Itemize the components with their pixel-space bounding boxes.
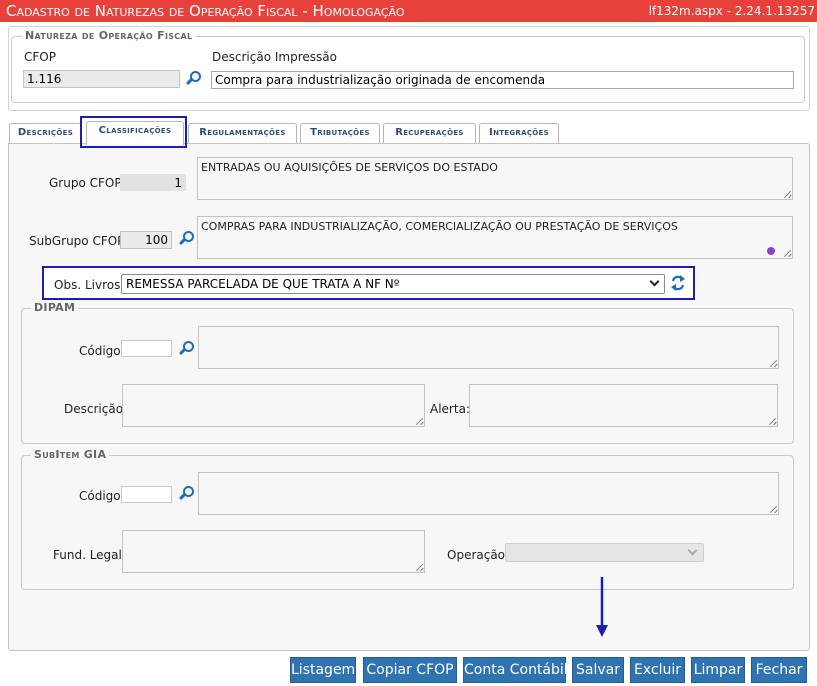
natureza-legend: Natureza de Operação Fiscal [22,29,196,42]
gia-fund-legal-label: Fund. Legal: [53,548,126,562]
gia-operacao-select[interactable] [505,543,704,562]
resize-handle-icon[interactable] [783,190,791,198]
cfop-input[interactable]: 1.116 [23,70,180,88]
gia-codigo-label: Código: [79,489,125,503]
tab-tributacoes[interactable]: Tributações [300,123,380,143]
cfop-label: CFOP [24,50,56,64]
gia-search-icon[interactable] [178,485,196,503]
page-info: lf132m.aspx - 2.24.1.13257 [648,4,815,18]
dipam-descricao-textarea[interactable] [122,384,425,427]
tab-descricoes[interactable]: Descrições [9,123,82,143]
title-bar: Cadastro de Naturezas de Operação Fiscal… [0,0,817,22]
gia-fund-legal-textarea[interactable] [122,530,425,573]
resize-handle-icon[interactable] [415,417,423,425]
tab-highlight [80,116,187,148]
subgrupo-cfop-label: SubGrupo CFOP: [29,234,129,248]
copiar-cfop-button[interactable]: Copiar CFOP [363,657,457,683]
gia-codigo-input[interactable] [121,486,172,503]
fechar-button[interactable]: Fechar [751,657,807,683]
page-title: Cadastro de Naturezas de Operação Fiscal… [6,2,405,20]
limpar-button[interactable]: Limpar [691,657,745,683]
descricao-impressao-label: Descrição Impressão [212,50,337,64]
dipam-codigo-description [198,326,779,369]
dipam-alerta-textarea[interactable] [469,384,778,427]
status-dot-icon [767,247,775,255]
excluir-button[interactable]: Excluir [630,657,685,683]
grupo-cfop-description: ENTRADAS OU AQUISIÇÕES DE SERVIÇOS DO ES… [197,157,793,200]
resize-handle-icon[interactable] [768,417,776,425]
subgrupo-cfop-input[interactable]: 100 [120,231,172,249]
dipam-search-icon[interactable] [178,340,196,358]
subitem-gia-legend: SubItem GIA [31,448,110,461]
conta-contabil-button[interactable]: Conta Contábil [463,657,568,683]
descricao-impressao-input[interactable]: Compra para industrialização originada d… [211,71,794,89]
dipam-alerta-label: Alerta: [430,402,470,416]
obs-livros-highlight [42,266,695,300]
resize-handle-icon[interactable] [415,563,423,571]
resize-handle-icon[interactable] [769,359,777,367]
tab-regulamentacoes[interactable]: Regulamentações [188,123,297,143]
dipam-descricao-label: Descrição: [64,402,128,416]
salvar-button[interactable]: Salvar [572,657,624,683]
subgrupo-cfop-description: COMPRAS PARA INDUSTRIALIZAÇÃO, COMERCIAL… [197,216,793,259]
cfop-search-icon[interactable] [185,70,203,88]
resize-handle-icon[interactable] [769,505,777,513]
gia-codigo-description [198,472,779,515]
arrow-down-icon [596,577,608,637]
dipam-legend: DIPAM [31,301,79,314]
grupo-cfop-input: 1 [120,174,186,191]
tab-integracoes[interactable]: Integrações [479,123,559,143]
subgrupo-search-icon[interactable] [178,230,196,248]
dipam-codigo-label: Código: [79,344,125,358]
grupo-cfop-label: Grupo CFOP: [49,176,126,190]
dipam-codigo-input[interactable] [121,340,172,357]
resize-handle-icon[interactable] [783,249,791,257]
tab-recuperacoes[interactable]: Recuperações [383,123,476,143]
gia-operacao-label: Operação: [447,548,510,562]
listagem-button[interactable]: Listagem [290,657,356,683]
